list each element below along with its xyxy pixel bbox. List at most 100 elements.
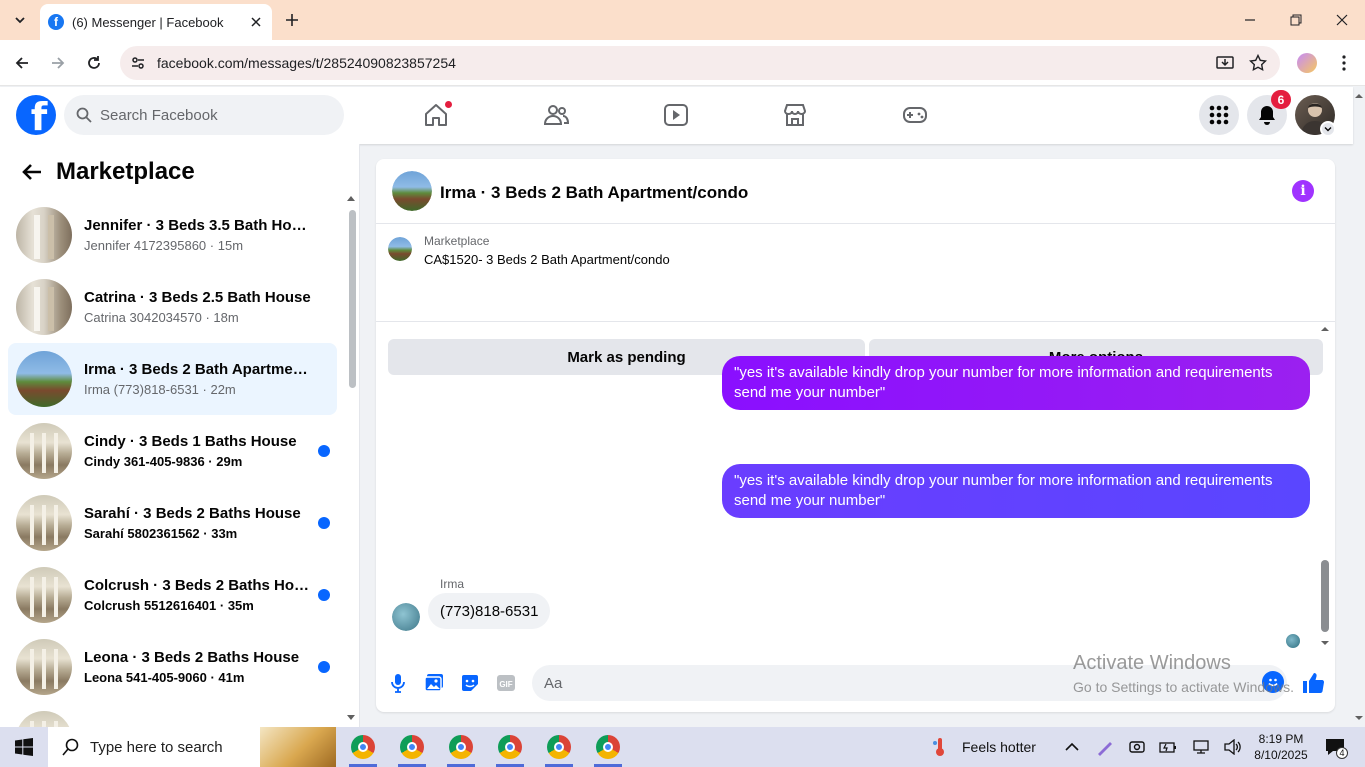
page-scroll-up-icon[interactable] [1353,90,1365,102]
conversation-item[interactable]: Catrina · 3 Beds 2.5 Bath House Catrina 3… [8,271,337,343]
tab-search-button[interactable] [8,8,32,32]
taskbar-clock[interactable]: 8:19 PM 8/10/2025 [1250,731,1312,763]
taskbar-chrome-5[interactable] [535,727,583,767]
action-center-button[interactable]: 4 [1322,735,1348,759]
clock-date: 8/10/2025 [1254,748,1308,762]
sidebar-back-button[interactable] [16,156,48,188]
volume-button[interactable] [1221,735,1245,759]
conversation-name: Catrina · 3 Beds 2.5 Bath House [84,289,311,306]
page-scroll-down-icon[interactable] [1353,712,1365,724]
conversation-item[interactable]: Sarahí · 3 Beds 2 Baths House Sarahí 5802… [8,487,337,559]
menu-button[interactable] [1199,95,1239,135]
conversation-item[interactable]: Technician · 3 Beds 2.5 Baths ... [8,703,337,727]
sidebar-scroll-thumb[interactable] [349,210,356,388]
attach-photo-button[interactable] [422,671,446,695]
pen-icon [1098,742,1112,756]
tray-app-button[interactable] [1125,735,1149,759]
clock-time: 8:19 PM [1258,732,1304,746]
show-hidden-icons-button[interactable] [1060,735,1084,759]
sticker-button[interactable] [458,671,482,695]
chat-scroll-thumb[interactable] [1321,560,1329,632]
grid-menu-icon [1209,105,1229,125]
scroll-up-arrow-icon[interactable] [1319,323,1331,335]
notification-badge: 6 [1271,90,1291,109]
taskbar-chrome-1[interactable] [339,727,387,767]
weather-widget[interactable]: Feels hotter [932,727,1036,767]
facebook-search[interactable] [64,95,344,135]
message-input[interactable] [544,674,1224,692]
conversation-time: 35m [227,598,254,613]
chat-title[interactable]: Irma · 3 Beds 2 Bath Apartment/condo [440,183,748,203]
nav-marketplace[interactable] [773,95,817,135]
outgoing-message[interactable]: "yes it's available kindly drop your num… [722,356,1310,410]
video-icon [664,104,688,126]
conversation-preview: Leona 541-405-9060 · 41m [84,670,314,685]
facebook-logo-icon[interactable]: f [16,95,56,135]
chat-header: Irma · 3 Beds 2 Bath Apartment/condo i [376,159,1335,224]
taskbar-chrome-3[interactable] [437,727,485,767]
restore-button[interactable] [1273,0,1319,40]
nav-home[interactable] [414,95,458,135]
search-highlight-image[interactable] [260,727,336,767]
taskbar-search[interactable] [48,727,336,767]
emoji-button[interactable] [1262,671,1284,693]
chat-listing-avatar[interactable] [392,171,432,211]
bookmark-star-icon[interactable] [1246,51,1270,75]
minimize-button[interactable] [1227,0,1273,40]
taskbar-chrome-2[interactable] [388,727,436,767]
conversation-info-button[interactable]: i [1292,180,1314,202]
conversation-preview: Colcrush 5512616401 · 35m [84,598,314,613]
site-settings-icon[interactable] [126,51,150,75]
listing-thumbnail[interactable] [388,237,412,261]
conversation-item[interactable]: Irma · 3 Beds 2 Bath Apartment/... Irma (… [8,343,337,415]
nav-gaming[interactable] [893,95,937,135]
account-chevron[interactable] [1320,121,1336,137]
address-bar[interactable]: facebook.com/messages/t/2852409082385725… [120,46,1280,80]
tab-title: (6) Messenger | Facebook [72,14,224,30]
conversation-item[interactable]: Colcrush · 3 Beds 2 Baths House Colcrush … [8,559,337,631]
separator: · [206,238,218,253]
separator: · [198,382,211,397]
pen-tray-button[interactable] [1093,735,1117,759]
forward-button[interactable] [46,51,70,75]
outgoing-message[interactable]: "yes it's available kindly drop your num… [722,464,1310,518]
like-button[interactable] [1300,670,1326,696]
taskbar-chrome-4[interactable] [486,727,534,767]
conversation-item[interactable]: Cindy · 3 Beds 1 Baths House Cindy 361-40… [8,415,337,487]
nav-friends[interactable] [534,95,578,135]
window-close-button[interactable] [1319,0,1365,40]
battery-button[interactable] [1156,735,1180,759]
conversation-text: Colcrush · 3 Beds 2 Baths House Colcrush … [84,577,314,613]
taskbar-search-input[interactable] [90,738,260,756]
new-tab-button[interactable] [281,9,303,31]
browser-tab[interactable]: f (6) Messenger | Facebook [40,4,272,40]
extension-button[interactable] [1295,51,1319,75]
nav-video[interactable] [654,95,698,135]
conversation-item[interactable]: Jennifer · 3 Beds 3.5 Bath House Jennifer… [8,199,337,271]
search-input[interactable] [100,106,320,124]
voice-clip-button[interactable] [386,671,410,695]
chat-panel: Irma · 3 Beds 2 Bath Apartment/condo i M… [376,159,1335,712]
scroll-down-arrow-icon[interactable] [1319,637,1331,649]
taskbar-chrome-6[interactable] [584,727,632,767]
close-icon [251,17,261,27]
listing-thumbnail [16,711,72,727]
message-input-box[interactable] [532,665,1287,701]
conversation-item[interactable]: Leona · 3 Beds 2 Baths House Leona 541-40… [8,631,337,703]
install-app-icon[interactable] [1213,51,1237,75]
listing-price-title[interactable]: CA$1520- 3 Beds 2 Bath Apartment/condo [424,252,670,267]
separator: · [206,670,219,685]
network-button[interactable] [1189,735,1213,759]
search-icon [62,738,79,756]
sender-avatar[interactable] [392,603,420,631]
extension-icon [1297,53,1317,73]
incoming-message[interactable]: (773)818-6531 [428,593,551,629]
back-button[interactable] [10,51,34,75]
marketplace-sidebar: Marketplace Jennifer · 3 Beds 3.5 Bath H… [0,144,360,727]
restore-icon [1290,14,1302,26]
tab-close-button[interactable] [246,12,266,32]
reload-button[interactable] [82,51,106,75]
gif-button[interactable]: GIF [494,671,518,695]
start-button[interactable] [0,727,48,767]
chrome-menu-button[interactable] [1332,51,1356,75]
